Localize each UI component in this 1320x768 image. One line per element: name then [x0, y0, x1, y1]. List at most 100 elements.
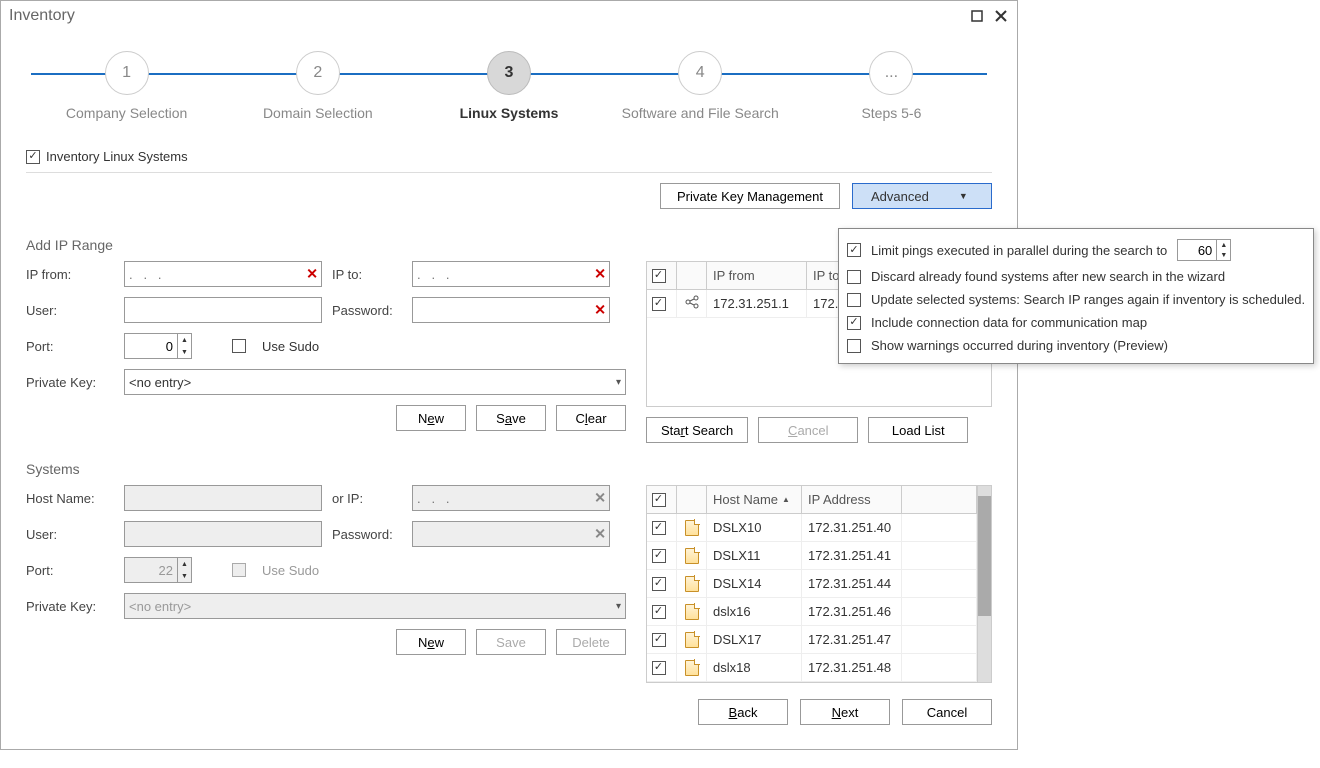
sys-row-checkbox[interactable] — [652, 661, 666, 675]
sys-host-cell: dslx18 — [707, 654, 802, 681]
private-key-select[interactable]: <no entry>▾ — [124, 369, 626, 395]
password-input[interactable] — [412, 297, 610, 323]
page-icon — [685, 604, 699, 620]
spinner-up-icon[interactable]: ▲ — [178, 334, 191, 346]
include-checkbox[interactable] — [847, 316, 861, 330]
sys-host-cell: DSLX10 — [707, 514, 802, 541]
update-checkbox[interactable] — [847, 293, 861, 307]
sys-save-button: Save — [476, 629, 546, 655]
limit-pings-spinner[interactable]: ▲▼ — [1177, 239, 1231, 261]
password-label: Password: — [332, 303, 402, 318]
sys-row-checkbox[interactable] — [652, 633, 666, 647]
sys-ip-cell: 172.31.251.48 — [802, 654, 902, 681]
limit-pings-input[interactable] — [1178, 240, 1216, 260]
step-more[interactable]: ...Steps 5-6 — [796, 51, 987, 121]
table-row[interactable]: DSLX10172.31.251.40 — [647, 514, 977, 542]
port-input[interactable] — [125, 334, 177, 358]
new-button[interactable]: New — [396, 405, 466, 431]
page-icon — [685, 520, 699, 536]
share-icon — [685, 295, 699, 312]
sys-use-sudo-label: Use Sudo — [262, 563, 319, 578]
host-name-label: Host Name: — [26, 491, 114, 506]
advanced-button[interactable]: Advanced▼ — [852, 183, 992, 209]
sys-host-cell: DSLX14 — [707, 570, 802, 597]
limit-pings-label: Limit pings executed in parallel during … — [871, 243, 1167, 258]
sys-row-checkbox[interactable] — [652, 521, 666, 535]
sys-ip-cell: 172.31.251.46 — [802, 598, 902, 625]
titlebar: Inventory — [1, 1, 1017, 31]
page-icon — [685, 660, 699, 676]
inventory-linux-checkbox[interactable] — [26, 150, 40, 164]
sys-private-key-select: <no entry>▾ — [124, 593, 626, 619]
or-ip-input — [412, 485, 610, 511]
sys-use-sudo-checkbox — [232, 563, 246, 577]
user-label: User: — [26, 303, 114, 318]
port-spinner[interactable]: ▲▼ — [124, 333, 192, 359]
sys-host-cell: dslx16 — [707, 598, 802, 625]
sys-user-input — [124, 521, 322, 547]
load-list-button[interactable]: Load List — [868, 417, 968, 443]
start-search-button[interactable]: Start Search — [646, 417, 748, 443]
clear-ip-from-icon[interactable]: ✕ — [306, 266, 318, 283]
chevron-down-icon: ▾ — [616, 377, 621, 388]
sys-row-checkbox[interactable] — [652, 605, 666, 619]
back-button[interactable]: Back — [698, 699, 788, 725]
table-row[interactable]: dslx16172.31.251.46 — [647, 598, 977, 626]
sys-new-button[interactable]: New — [396, 629, 466, 655]
sys-ip-cell: 172.31.251.41 — [802, 542, 902, 569]
sys-col-ip[interactable]: IP Address — [802, 486, 902, 513]
range-col-ipfrom[interactable]: IP from — [707, 262, 807, 289]
spinner-up-icon[interactable]: ▲ — [1217, 240, 1230, 250]
clear-sys-password-icon: ✕ — [594, 526, 606, 543]
user-input[interactable] — [124, 297, 322, 323]
warnings-checkbox[interactable] — [847, 339, 861, 353]
cancel-button[interactable]: Cancel — [902, 699, 992, 725]
limit-pings-checkbox[interactable] — [847, 243, 861, 257]
sys-private-key-label: Private Key: — [26, 599, 114, 614]
maximize-icon[interactable] — [969, 8, 985, 24]
sys-row-checkbox[interactable] — [652, 549, 666, 563]
table-row[interactable]: DSLX11172.31.251.41 — [647, 542, 977, 570]
private-key-label: Private Key: — [26, 375, 114, 390]
step-company-selection[interactable]: 1Company Selection — [31, 51, 222, 121]
clear-or-ip-icon: ✕ — [594, 490, 606, 507]
inventory-linux-systems-row: Inventory Linux Systems — [26, 141, 992, 173]
host-name-input — [124, 485, 322, 511]
clear-password-icon[interactable]: ✕ — [594, 302, 606, 319]
close-icon[interactable] — [993, 8, 1009, 24]
ip-to-label: IP to: — [332, 267, 402, 282]
private-key-management-button[interactable]: Private Key Management — [660, 183, 840, 209]
scrollbar[interactable] — [977, 486, 991, 682]
table-row[interactable]: DSLX17172.31.251.47 — [647, 626, 977, 654]
inventory-wizard-window: Inventory 1Company Selection 2Domain Sel… — [0, 0, 1018, 750]
chevron-down-icon: ▾ — [616, 601, 621, 612]
use-sudo-checkbox[interactable] — [232, 339, 246, 353]
sys-ip-cell: 172.31.251.40 — [802, 514, 902, 541]
sys-port-spinner: ▲▼ — [124, 557, 192, 583]
spinner-down-icon[interactable]: ▼ — [1217, 250, 1230, 260]
step-domain-selection[interactable]: 2Domain Selection — [222, 51, 413, 121]
ip-from-input[interactable] — [124, 261, 322, 287]
include-label: Include connection data for communicatio… — [871, 315, 1147, 330]
sys-ip-cell: 172.31.251.44 — [802, 570, 902, 597]
sys-row-checkbox[interactable] — [652, 577, 666, 591]
range-row-checkbox[interactable] — [652, 297, 666, 311]
clear-button[interactable]: Clear — [556, 405, 626, 431]
next-button[interactable]: Next — [800, 699, 890, 725]
table-row[interactable]: DSLX14172.31.251.44 — [647, 570, 977, 598]
step-linux-systems[interactable]: 3Linux Systems — [413, 51, 604, 121]
range-header-checkbox[interactable] — [652, 269, 666, 283]
step-software-file-search[interactable]: 4Software and File Search — [605, 51, 796, 121]
discard-checkbox[interactable] — [847, 270, 861, 284]
sys-col-host[interactable]: Host Name▲ — [707, 486, 802, 513]
sys-password-input — [412, 521, 610, 547]
sys-host-cell: DSLX17 — [707, 626, 802, 653]
clear-ip-to-icon[interactable]: ✕ — [594, 266, 606, 283]
ip-to-input[interactable] — [412, 261, 610, 287]
save-button[interactable]: Save — [476, 405, 546, 431]
discard-label: Discard already found systems after new … — [871, 269, 1225, 284]
page-icon — [685, 576, 699, 592]
table-row[interactable]: dslx18172.31.251.48 — [647, 654, 977, 682]
spinner-down-icon[interactable]: ▼ — [178, 346, 191, 358]
sys-header-checkbox[interactable] — [652, 493, 666, 507]
